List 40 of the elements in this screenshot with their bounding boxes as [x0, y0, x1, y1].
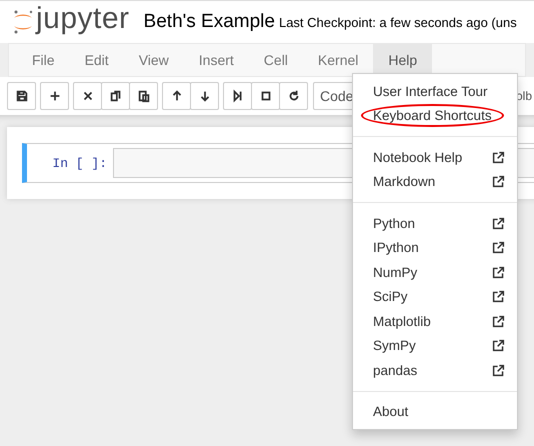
- help-menu-item[interactable]: SciPy: [353, 284, 517, 309]
- menu-item[interactable]: View: [124, 44, 184, 76]
- step-forward-icon: [230, 89, 244, 103]
- input-prompt: In [ ]:: [51, 156, 108, 170]
- plus-icon: [48, 89, 62, 103]
- refresh-icon: [286, 89, 300, 103]
- help-menu-item[interactable]: SymPy: [353, 334, 517, 358]
- menu-item[interactable]: Cell: [248, 44, 303, 76]
- menu-item[interactable]: File: [17, 44, 70, 76]
- toolbar-button[interactable]: [279, 82, 308, 110]
- toolbar-button[interactable]: [73, 82, 102, 110]
- jupyter-logo-icon: [12, 9, 34, 35]
- jupyter-logo[interactable]: jupyter: [12, 8, 130, 36]
- help-menu-item[interactable]: pandas: [353, 358, 517, 382]
- help-menu-item[interactable]: Python: [353, 211, 517, 236]
- menu-item[interactable]: Kernel: [302, 44, 374, 76]
- copy-icon: [108, 89, 122, 103]
- help-menu-item[interactable]: About: [353, 400, 517, 424]
- menu-item[interactable]: Help: [373, 44, 432, 76]
- checkpoint-status: Last Checkpoint: a few seconds ago (uns: [278, 14, 517, 30]
- toolbar-button[interactable]: [162, 82, 191, 110]
- toolbar-button[interactable]: [223, 82, 252, 110]
- help-menu-item[interactable]: IPython: [353, 236, 517, 260]
- help-menu-item[interactable]: NumPy: [353, 260, 517, 284]
- toolbar-button[interactable]: [251, 82, 280, 110]
- menu-item[interactable]: Insert: [184, 44, 249, 76]
- help-menu-item[interactable]: User Interface Tour: [353, 79, 517, 104]
- save-icon: [14, 89, 28, 103]
- paste-icon: [136, 89, 150, 103]
- menu-item[interactable]: Edit: [70, 44, 124, 76]
- stop-icon: [258, 89, 272, 103]
- help-menu-item[interactable]: Markdown: [353, 170, 517, 194]
- toolbar-button[interactable]: [7, 82, 36, 110]
- toolbar-button[interactable]: [190, 82, 219, 110]
- toolbar-button[interactable]: [40, 82, 69, 110]
- toolbar-button[interactable]: [129, 82, 158, 110]
- help-menu-item[interactable]: Matplotlib: [353, 309, 517, 334]
- notebook-title[interactable]: Beth's Example: [144, 11, 275, 33]
- help-menu-item[interactable]: Notebook Help: [353, 145, 517, 170]
- toolbar-button[interactable]: [101, 82, 130, 110]
